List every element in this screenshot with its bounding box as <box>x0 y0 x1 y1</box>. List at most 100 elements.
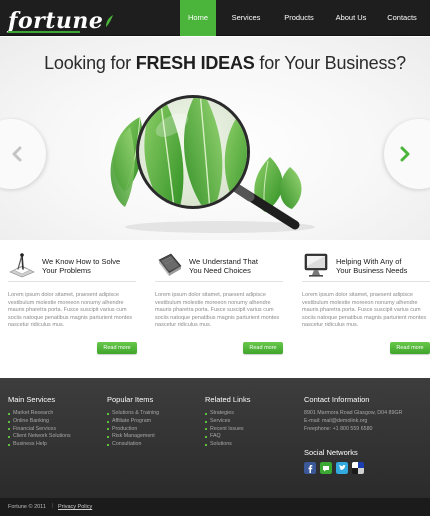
footer-link[interactable]: Market Research <box>8 410 71 418</box>
footer-link[interactable]: Services <box>205 418 250 426</box>
read-more-button[interactable]: Read more <box>243 342 283 354</box>
read-more-button[interactable]: Read more <box>97 342 137 354</box>
monitor-icon <box>304 253 328 277</box>
footer-link-label: Solutions & Training <box>112 410 160 416</box>
footer-link-label: Risk Management <box>112 433 155 440</box>
footer-link[interactable]: Solutions <box>205 441 250 449</box>
contact-address: 8901 Marmora Road Glasgow, D04 89GR <box>304 410 403 416</box>
feature-text: Lorem ipsum dolor sitamet, praesent adip… <box>302 292 427 329</box>
hero-title: Looking for FRESH IDEAS for Your Busines… <box>0 53 430 74</box>
hero-slider: Looking for FRESH IDEAS for Your Busines… <box>0 37 430 240</box>
social-networks-title: Social Networks <box>304 448 358 458</box>
nav-contacts[interactable]: Contacts <box>378 0 426 36</box>
footer-link-label: Solutions <box>210 441 232 448</box>
bullet-icon <box>205 436 207 439</box>
footer-link-label: Consultation <box>112 441 142 448</box>
footer-link-list: Market Research Online Banking Financial… <box>8 410 71 449</box>
footer-link[interactable]: FAQ <box>205 433 250 441</box>
hero-title-suffix: for Your Business? <box>259 53 406 73</box>
footer-link[interactable]: Financial Services <box>8 426 71 434</box>
drawing-tools-icon <box>9 253 35 278</box>
feature-title-line2: Your Business Needs <box>336 265 408 275</box>
footer-link-label: Affiliate Program <box>112 417 152 424</box>
read-more-button[interactable]: Read more <box>390 342 430 354</box>
feature-header: Helping With Any of Your Business Needs <box>302 246 430 282</box>
bullet-icon <box>8 436 10 439</box>
feature-header: We Understand That You Need Choices <box>155 246 283 282</box>
footer-link[interactable]: Solutions & Training <box>107 410 159 418</box>
footer-link-label: Business Help <box>13 441 47 448</box>
social-icons <box>304 462 426 475</box>
footer-link[interactable]: Recent Issues <box>205 426 250 434</box>
separator: | <box>52 503 54 509</box>
feature-title: Helping With Any of Your Business Needs <box>336 257 430 275</box>
contact-email[interactable]: E-mail: mail@demolink.org <box>304 418 426 426</box>
bottom-bar: Fortune © 2011 | Privacy Policy <box>0 498 430 516</box>
footer-link[interactable]: Production <box>107 426 159 434</box>
bullet-icon <box>107 444 109 447</box>
feature-title-line2: Your Problems <box>42 265 91 275</box>
footer-col-related-links: Related Links Strategies Services Recent… <box>205 395 250 449</box>
share-icon[interactable] <box>320 462 332 475</box>
feature-block: Helping With Any of Your Business Needs … <box>302 246 430 354</box>
footer-link-label: Strategies <box>210 410 234 416</box>
logo[interactable]: fortune <box>8 4 114 34</box>
features-section: We Know How to Solve Your Problems Lorem… <box>0 246 430 368</box>
footer-col-popular-items: Popular Items Solutions & Training Affil… <box>107 395 159 449</box>
footer-link-list: Strategies Services Recent Issues FAQ So… <box>205 410 250 449</box>
slider-next-button[interactable] <box>384 119 430 189</box>
slider-prev-button[interactable] <box>0 119 46 189</box>
delicious-icon[interactable] <box>352 462 364 475</box>
logo-underline <box>8 31 80 33</box>
twitter-icon[interactable] <box>336 462 348 475</box>
site-footer: Main Services Market Research Online Ban… <box>0 378 430 498</box>
bullet-icon <box>205 412 207 415</box>
feature-title: We Understand That You Need Choices <box>189 257 285 275</box>
feature-title-line2: You Need Choices <box>189 265 251 275</box>
footer-link[interactable]: Affiliate Program <box>107 418 159 426</box>
footer-link-label: Market Research <box>13 410 54 416</box>
footer-col-title: Popular Items <box>107 395 154 404</box>
bullet-icon <box>107 436 109 439</box>
footer-link[interactable]: Consultation <box>107 441 159 449</box>
bullet-icon <box>107 420 109 423</box>
footer-link-label: Production <box>112 425 138 432</box>
facebook-icon[interactable] <box>304 462 316 475</box>
nav-products[interactable]: Products <box>274 0 324 36</box>
magnifier-leaves-image <box>110 95 315 233</box>
footer-link[interactable]: Strategies <box>205 410 250 418</box>
nav-about-us[interactable]: About Us <box>327 0 375 36</box>
footer-col-title: Related Links <box>205 395 251 404</box>
footer-link-label: Recent Issues <box>210 425 244 432</box>
notebook-icon <box>158 253 182 276</box>
footer-link-label: Services <box>210 417 231 424</box>
bullet-icon <box>8 428 10 431</box>
bullet-icon <box>8 412 10 415</box>
feature-text: Lorem ipsum dolor sitamet, praesent adip… <box>155 292 280 329</box>
contact-phone: Freephone: +1 800 559 6580 <box>304 425 373 432</box>
bullet-icon <box>107 412 109 415</box>
bullet-icon <box>205 428 207 431</box>
bullet-icon <box>205 420 207 423</box>
nav-services[interactable]: Services <box>221 0 271 36</box>
feature-block: We Understand That You Need Choices Lore… <box>155 246 283 354</box>
chevron-left-icon <box>12 146 22 162</box>
footer-col-main-services: Main Services Market Research Online Ban… <box>8 395 71 449</box>
bullet-icon <box>205 444 207 447</box>
footer-link[interactable]: Online Banking <box>8 418 71 426</box>
footer-link[interactable]: Business Help <box>8 441 71 449</box>
bullet-icon <box>8 444 10 447</box>
footer-link[interactable]: Client Network Solutions <box>8 433 71 441</box>
feature-header: We Know How to Solve Your Problems <box>8 246 136 282</box>
privacy-policy-link[interactable]: Privacy Policy <box>58 504 92 510</box>
feature-text: Lorem ipsum dolor sitamet, praesent adip… <box>8 292 133 329</box>
nav-home[interactable]: Home <box>180 0 216 36</box>
feature-block: We Know How to Solve Your Problems Lorem… <box>8 246 137 354</box>
leaf-icon <box>106 15 114 27</box>
footer-col-title: Contact Information <box>304 395 370 404</box>
hero-title-bold: FRESH IDEAS <box>135 53 255 73</box>
footer-link[interactable]: Risk Management <box>107 433 159 441</box>
hero-title-prefix: Looking for <box>44 53 131 73</box>
copyright-text: Fortune © 2011 <box>8 504 46 510</box>
main-nav: Home Services Products About Us Contacts <box>180 0 426 36</box>
